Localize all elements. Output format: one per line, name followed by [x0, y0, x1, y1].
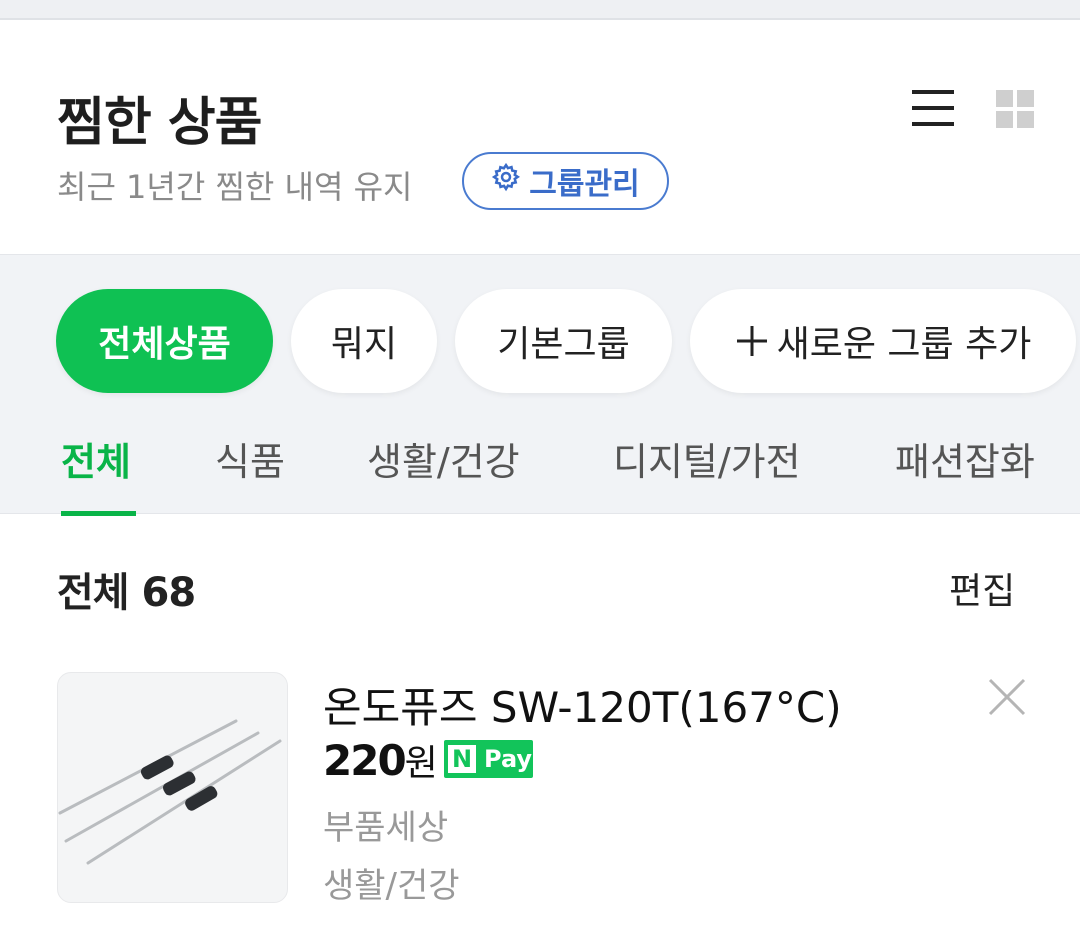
group-manage-label: 그룹관리: [529, 167, 640, 202]
tab-food[interactable]: 식품: [215, 431, 285, 486]
price-value: 220: [323, 736, 407, 785]
product-name[interactable]: 온도퓨즈 SW-120T(167°C): [323, 674, 842, 735]
group-chip-mwoji[interactable]: 뭐지: [291, 289, 437, 393]
page-header: 찜한 상품 최근 1년간 찜한 내역 유지 그룹관리: [0, 22, 1080, 254]
page-title: 찜한 상품: [57, 93, 262, 153]
add-group-chip[interactable]: 새로운 그룹 추가: [690, 289, 1076, 393]
edit-button[interactable]: 편집: [949, 562, 1015, 614]
item-count: 전체 68: [57, 570, 196, 616]
tab-digital-appliance[interactable]: 디지털/가전: [613, 431, 801, 486]
page-subtitle: 최근 1년간 찜한 내역 유지: [57, 168, 413, 206]
group-manage-button[interactable]: 그룹관리: [462, 152, 669, 210]
npay-badge: N Pay: [444, 740, 533, 778]
product-price: 220원: [323, 734, 438, 786]
gear-icon: [491, 162, 521, 200]
tab-all[interactable]: 전체: [61, 431, 131, 486]
filter-area: 전체상품 뭐지 기본그룹 새로운 그룹 추가 전체 식품 생활/건강 디지털/가…: [0, 254, 1080, 516]
product-image[interactable]: [57, 672, 288, 903]
tab-fashion[interactable]: 패션잡화: [895, 431, 1035, 486]
store-name: 부품세상: [323, 808, 449, 848]
group-chip-default[interactable]: 기본그룹: [455, 289, 672, 393]
grid-view-icon[interactable]: [996, 90, 1034, 128]
plus-icon: [735, 324, 769, 358]
add-group-label: 새로운 그룹 추가: [776, 324, 1032, 365]
tab-living-health[interactable]: 생활/건강: [367, 431, 520, 486]
group-chip-all[interactable]: 전체상품: [56, 289, 273, 393]
npay-label: Pay: [484, 745, 533, 773]
list-view-icon[interactable]: [912, 88, 954, 128]
price-currency: 원: [404, 743, 438, 784]
close-icon[interactable]: [988, 678, 1026, 716]
top-edge-bar: [0, 0, 1080, 20]
active-tab-indicator: [61, 511, 136, 516]
npay-n-logo: N: [448, 745, 476, 773]
product-category: 생활/건강: [323, 866, 460, 906]
